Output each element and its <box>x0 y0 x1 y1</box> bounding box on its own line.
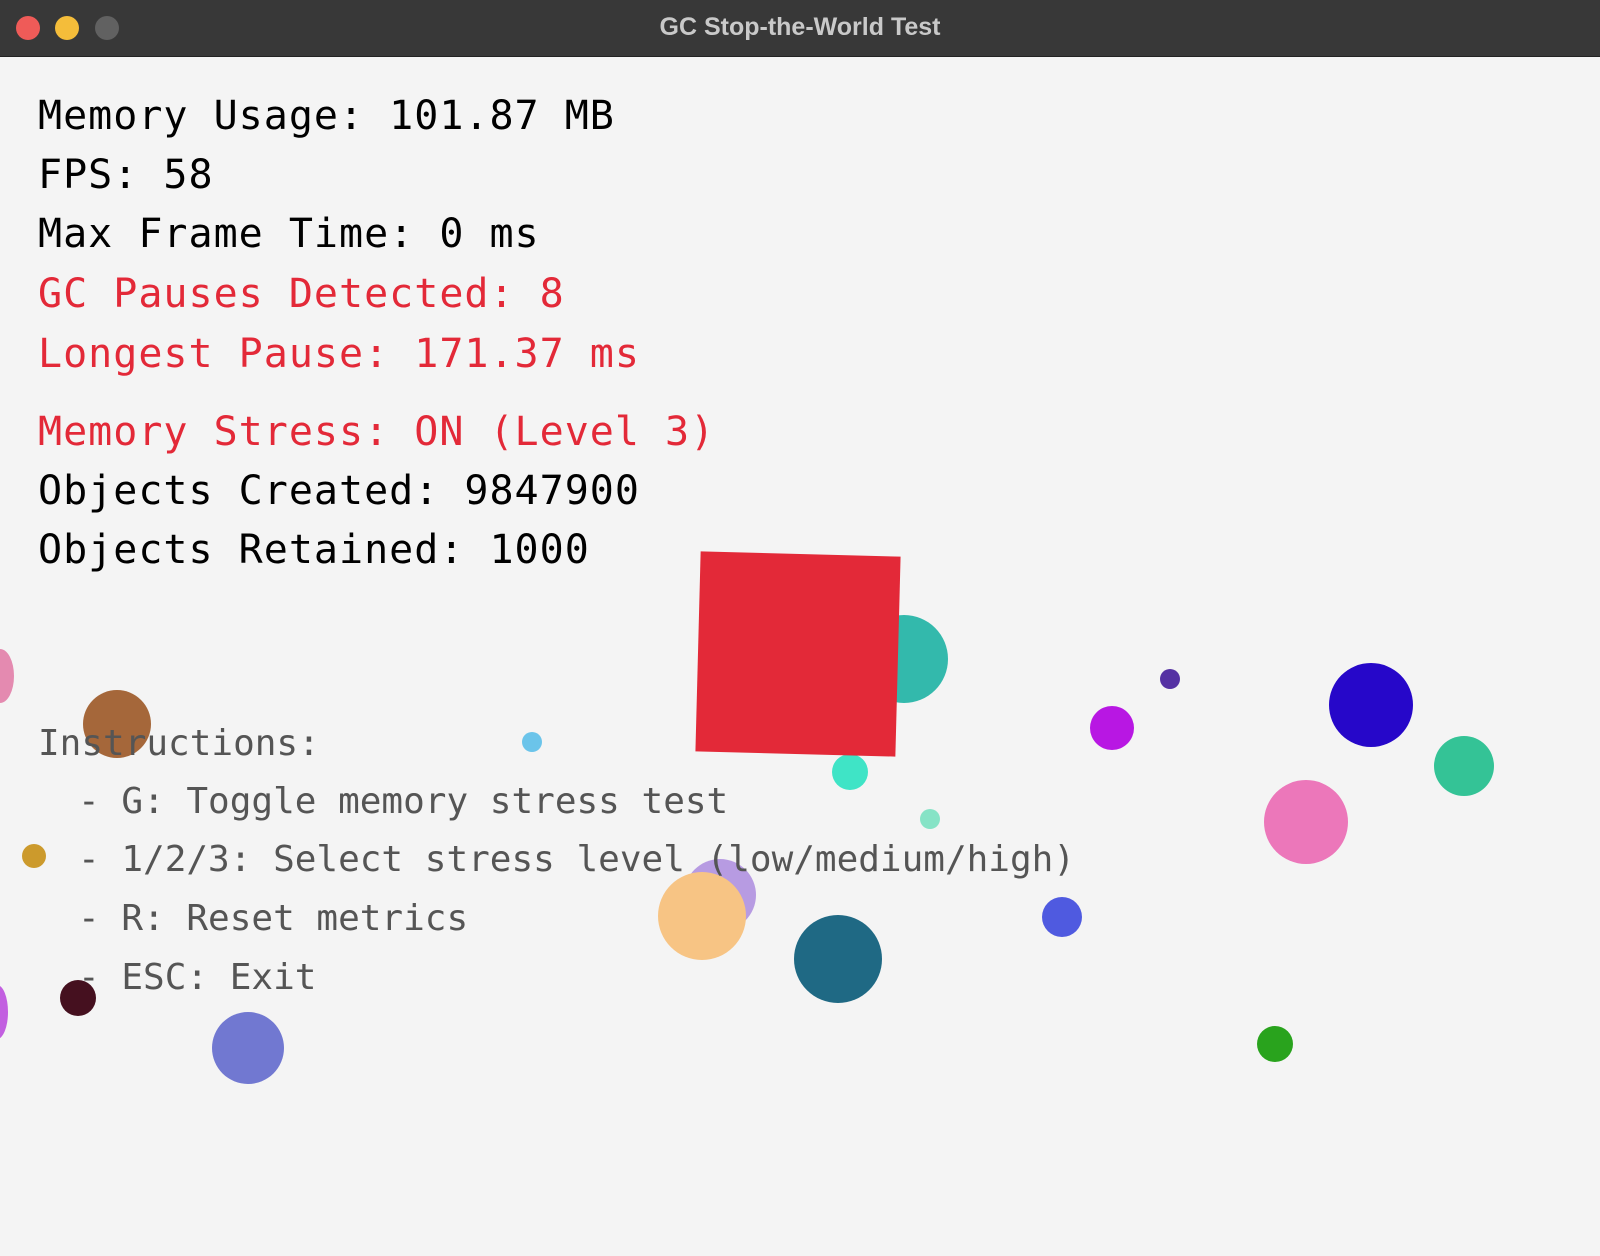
memory-usage-label: Memory Usage: 101.87 MB <box>38 93 615 139</box>
ball <box>658 872 746 960</box>
longest-pause-label: Longest Pause: 171.37 ms <box>38 331 640 377</box>
objects-created-label: Objects Created: 9847900 <box>38 468 640 514</box>
ball <box>1434 736 1494 796</box>
instruction-item: - R: Reset metrics <box>78 898 469 939</box>
ball <box>522 732 542 752</box>
memory-stress-label: Memory Stress: ON (Level 3) <box>38 409 716 455</box>
max-frame-time-label: Max Frame Time: 0 ms <box>38 211 540 257</box>
title-bar: GC Stop-the-World Test <box>0 0 1600 57</box>
ball <box>1329 663 1413 747</box>
ball <box>22 844 46 868</box>
ball <box>0 649 14 703</box>
instruction-item: - ESC: Exit <box>78 957 317 998</box>
app-window: GC Stop-the-World Test Memory Usage: 101… <box>0 0 1600 1256</box>
ball <box>1160 669 1180 689</box>
ball <box>794 915 882 1003</box>
instruction-item: - 1/2/3: Select stress level (low/medium… <box>78 839 1075 880</box>
render-canvas: Memory Usage: 101.87 MB FPS: 58 Max Fram… <box>0 57 1600 1256</box>
gc-pauses-label: GC Pauses Detected: 8 <box>38 271 565 317</box>
window-title: GC Stop-the-World Test <box>659 13 941 41</box>
objects-retained-label: Objects Retained: 1000 <box>38 527 590 573</box>
ball <box>1257 1026 1293 1062</box>
ball <box>832 754 868 790</box>
ball <box>1264 780 1348 864</box>
ball <box>920 809 940 829</box>
ball <box>1090 706 1134 750</box>
ball <box>0 985 8 1039</box>
instruction-item: - G: Toggle memory stress test <box>78 781 729 822</box>
ball <box>1042 897 1082 937</box>
rotating-square <box>695 551 901 757</box>
fps-label: FPS: 58 <box>38 152 214 198</box>
ball <box>212 1012 284 1084</box>
instructions-heading: Instructions: <box>38 723 320 764</box>
